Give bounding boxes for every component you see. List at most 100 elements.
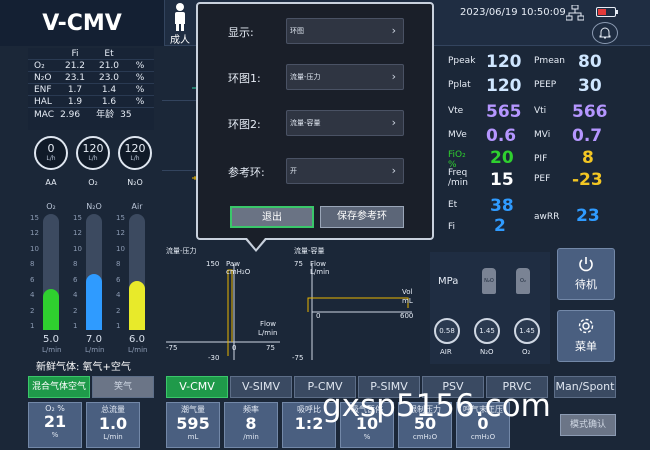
tab-v-cmv[interactable]: V-CMV: [166, 376, 228, 398]
gas-table-header: Fi Et: [28, 48, 154, 60]
o2-gauge-label: O₂: [88, 178, 98, 187]
display-row: 显示: 环图 ›: [198, 18, 432, 44]
n2o-cylinder-icon: N₂O: [482, 268, 496, 294]
vti-value: 566: [572, 102, 608, 122]
vte-label: Vte: [448, 106, 464, 116]
mve-value: 0.6: [486, 126, 517, 146]
freq-label: Freq: [448, 168, 468, 178]
scale-tick: 15: [30, 214, 39, 222]
fi-value: 2: [494, 216, 506, 236]
nitrous-button[interactable]: 笑气: [92, 376, 154, 398]
gas-supply-panel: MPa N₂O O₂ 0.58 1.45 1.45 AIR N₂O O₂: [430, 252, 550, 364]
reference-loop-row: 参考环: 开 ›: [198, 158, 432, 184]
n2o-flow-value: 7.0: [86, 334, 102, 345]
scale-tick: 1: [30, 322, 35, 330]
aa-gauge-label: AA: [45, 178, 57, 187]
loop1-row: 环图1: 流量-压力 ›: [198, 64, 432, 90]
peep-value: 30: [578, 76, 602, 96]
aa-gauge: 0 L/h: [34, 136, 68, 170]
age-value: 35: [120, 110, 132, 120]
ppeak-value: 120: [486, 52, 522, 72]
et-label: Et: [448, 200, 458, 210]
et-value: 38: [490, 196, 514, 216]
loop2-title: 流量-容量: [294, 247, 325, 255]
mixed-air-button[interactable]: 混合气体空气: [28, 376, 90, 398]
scale-tick: 1: [73, 322, 78, 330]
rate-setting[interactable]: 频率 8/min: [224, 402, 278, 448]
n2o-pressure-gauge: 1.45: [474, 318, 500, 344]
pef-label: PEF: [534, 174, 551, 184]
scale-tick: 10: [30, 244, 39, 253]
flowmeter-tubes: O₂ N₂O Air 15 12 10 8 6 4 2 1 15 12 10 8 6 4 2 1 15 12 1…: [28, 200, 154, 356]
n2o-flow-tube[interactable]: [86, 214, 102, 330]
battery-icon: [596, 7, 618, 17]
save-reference-loop-button[interactable]: 保存参考环: [320, 206, 404, 228]
menu-button[interactable]: 菜单: [557, 310, 615, 362]
display-label: 显示:: [228, 26, 254, 39]
gas-mode-selector: 混合气体空气 笑气: [28, 376, 158, 398]
flow-gauges: 0 L/h AA 120 L/h O₂ 120 L/h N₂O: [28, 132, 154, 192]
alarm-bell-icon[interactable]: [592, 22, 618, 44]
o2-setting[interactable]: O₂ % 21%: [28, 402, 82, 448]
table-row: N₂O 23.1 23.0 %: [28, 72, 154, 84]
total-flow-setting[interactable]: 总流量 1.0 L/min: [86, 402, 140, 448]
o2-flow-tube[interactable]: [43, 214, 59, 330]
tidal-volume-setting[interactable]: 潮气量 595 mL: [166, 402, 220, 448]
tab-man-spont[interactable]: Man/Spont: [554, 376, 616, 398]
reference-loop-label: 参考环:: [228, 166, 265, 179]
scale-tick: 15: [116, 214, 125, 222]
awrr-value: 23: [576, 206, 600, 226]
menu-label: 菜单: [575, 340, 597, 353]
loop1-select[interactable]: 流量-压力 ›: [286, 64, 404, 90]
mvi-value: 0.7: [572, 126, 603, 146]
pmean-value: 80: [578, 52, 602, 72]
mac-row: MAC 2.96 年龄 35: [28, 108, 154, 122]
tab-v-simv[interactable]: V-SIMV: [230, 376, 292, 398]
mvi-label: MVi: [534, 130, 551, 140]
flow-unit: L/min: [85, 346, 105, 354]
vte-value: 565: [486, 102, 522, 122]
exit-button[interactable]: 退出: [230, 206, 314, 228]
display-select[interactable]: 环图 ›: [286, 18, 404, 44]
chevron-right-icon: ›: [391, 164, 396, 177]
n2o-flow-level: [86, 274, 102, 330]
scale-tick: 2: [116, 306, 121, 315]
network-icon: [566, 5, 584, 21]
pplat-value: 120: [486, 76, 522, 96]
scale-tick: 6: [73, 275, 78, 284]
scale-tick: 15: [73, 214, 82, 222]
patient-type[interactable]: 成人: [166, 2, 194, 46]
mve-label: MVe: [448, 130, 467, 140]
chevron-right-icon: ›: [391, 116, 396, 129]
standby-label: 待机: [575, 278, 597, 291]
o2-tube-title: O₂: [46, 202, 56, 211]
scale-tick: 12: [116, 229, 125, 238]
power-icon: [579, 257, 593, 272]
air-tube-title: Air: [131, 202, 143, 211]
scale-tick: 2: [30, 306, 35, 315]
adult-figure-icon: [174, 3, 186, 31]
scale-tick: 8: [73, 260, 78, 269]
air-flow-tube[interactable]: [129, 214, 145, 330]
flow-scale: 15 12 10 8 6 4 2 1: [30, 214, 40, 330]
fresh-gas-label: 新鲜气体: 氧气+空气: [36, 362, 131, 373]
fio2-label: FiO₂: [448, 150, 466, 160]
loop2-select[interactable]: 流量-容量 ›: [286, 110, 404, 136]
standby-button[interactable]: 待机: [557, 248, 615, 300]
air-flow-level: [129, 281, 145, 330]
ppeak-label: Ppeak: [448, 56, 476, 66]
chevron-right-icon: ›: [391, 70, 396, 83]
patient-type-label: 成人: [170, 35, 190, 46]
flow-unit: L/min: [42, 346, 62, 354]
scale-tick: 4: [116, 291, 121, 300]
o2-flow-level: [43, 289, 59, 330]
chevron-right-icon: ›: [391, 24, 396, 37]
loop2-row: 环图2: 流量-容量 ›: [198, 110, 432, 136]
dialog-pointer-inner: [247, 238, 265, 249]
reference-loop-select[interactable]: 开 ›: [286, 158, 404, 184]
freq-value: 15: [490, 170, 514, 190]
fi-label: Fi: [448, 222, 456, 232]
mode-confirm-button[interactable]: 模式确认: [560, 414, 616, 436]
scale-tick: 2: [73, 306, 78, 315]
scale-tick: 8: [116, 260, 121, 269]
